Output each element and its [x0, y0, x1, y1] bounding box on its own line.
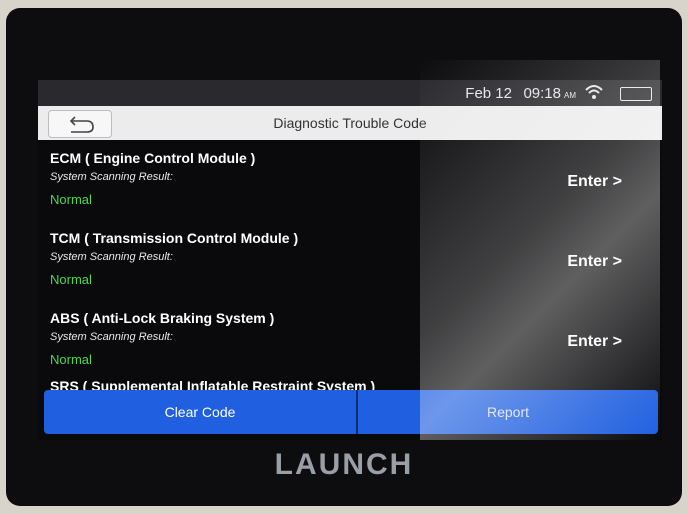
enter-button[interactable]: Enter >	[567, 333, 622, 351]
system-name: ABS ( Anti-Lock Braking System )	[50, 310, 275, 326]
page-title: Diagnostic Trouble Code	[273, 115, 427, 131]
screen: Feb 12 09:18 AM Diagnostic Trouble Code E…	[38, 80, 662, 440]
wifi-icon	[584, 83, 604, 105]
status-bar: Feb 12 09:18 AM	[38, 80, 662, 106]
scan-result-status: Normal	[50, 272, 92, 287]
battery-icon	[620, 87, 652, 101]
scan-result-label: System Scanning Result:	[50, 251, 173, 263]
system-item-abs[interactable]: ABS ( Anti-Lock Braking System ) System …	[38, 300, 662, 380]
brand-logo: LAUNCH	[274, 448, 414, 481]
system-item-tcm[interactable]: TCM ( Transmission Control Module ) Syst…	[38, 220, 662, 300]
system-name: TCM ( Transmission Control Module )	[50, 230, 299, 246]
system-item-ecm[interactable]: ECM ( Engine Control Module ) System Sca…	[38, 140, 662, 220]
enter-button[interactable]: Enter >	[567, 253, 622, 271]
scan-result-status: Normal	[50, 352, 92, 367]
status-date: Feb 12	[465, 85, 512, 102]
status-ampm: AM	[564, 91, 576, 100]
status-time-value: 09:18	[523, 85, 561, 102]
report-button[interactable]: Report	[358, 390, 658, 434]
scan-result-label: System Scanning Result:	[50, 331, 173, 343]
enter-button[interactable]: Enter >	[567, 173, 622, 191]
scan-result-status: Normal	[50, 192, 92, 207]
system-list: ECM ( Engine Control Module ) System Sca…	[38, 140, 662, 394]
system-name: ECM ( Engine Control Module )	[50, 150, 256, 166]
scan-result-label: System Scanning Result:	[50, 171, 173, 183]
title-bar: Diagnostic Trouble Code	[38, 106, 662, 140]
status-time: 09:18 AM	[523, 85, 576, 102]
clear-code-button[interactable]: Clear Code	[44, 390, 356, 434]
bottom-action-bar: Clear Code Report	[44, 390, 658, 434]
